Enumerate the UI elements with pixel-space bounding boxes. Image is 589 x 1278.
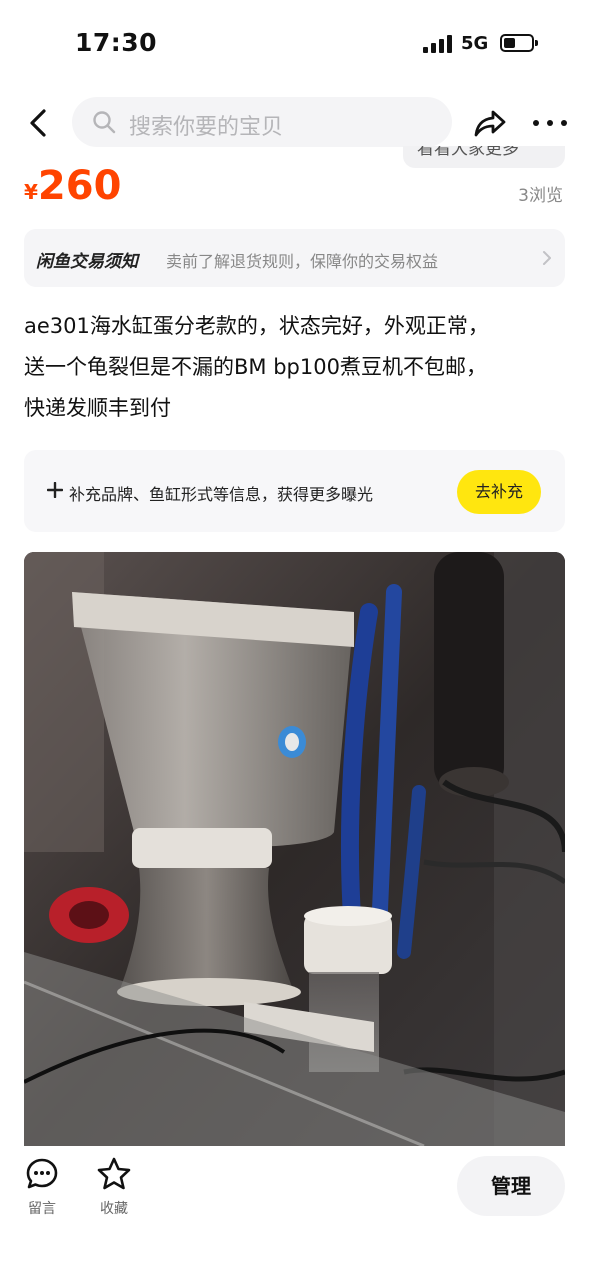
search-bar[interactable]: 搜索你要的宝贝 <box>72 97 452 147</box>
signal-strength-icon <box>423 35 453 53</box>
trade-notice-logo: 闲鱼交易须知 <box>36 252 138 272</box>
plus-icon <box>47 482 63 498</box>
description-line: 送一个龟裂但是不漏的BM bp100煮豆机不包邮， <box>24 355 487 379</box>
more-icon <box>533 120 567 126</box>
share-button[interactable] <box>470 103 510 143</box>
comment-button[interactable]: 留言 <box>17 1156 67 1218</box>
back-button[interactable] <box>20 103 60 143</box>
trade-notice-bar[interactable]: 闲鱼交易须知 卖前了解退货规则，保障你的交易权益 <box>24 229 565 287</box>
product-description: ae301海水缸蛋分老款的，状态完好，外观正常， 送一个龟裂但是不漏的BM bp… <box>24 306 569 429</box>
star-icon <box>97 1157 131 1190</box>
comment-label: 留言 <box>28 1201 56 1217</box>
favorite-label: 收藏 <box>100 1201 128 1217</box>
see-more-chip[interactable]: 看看大家更多 <box>403 146 565 168</box>
status-bar: 17:30 5G <box>0 0 589 88</box>
search-placeholder: 搜索你要的宝贝 <box>129 115 284 140</box>
product-photo-image <box>24 552 565 1146</box>
view-count: 3浏览 <box>518 186 563 206</box>
supplement-text: 补充品牌、鱼缸形式等信息，获得更多曝光 <box>69 485 374 504</box>
more-button[interactable] <box>530 103 570 143</box>
description-line: 快递发顺丰到付 <box>24 396 171 420</box>
share-icon <box>474 110 506 137</box>
supplement-button[interactable]: 去补充 <box>457 470 541 514</box>
back-arrow-icon <box>30 109 46 137</box>
status-time: 17:30 <box>75 28 158 57</box>
product-photo[interactable] <box>24 552 565 1146</box>
supplement-info-card: 补充品牌、鱼缸形式等信息，获得更多曝光 去补充 <box>24 450 565 532</box>
search-icon <box>93 111 116 134</box>
network-type: 5G <box>461 33 489 54</box>
chevron-right-icon <box>543 251 551 265</box>
trade-notice-text: 卖前了解退货规则，保障你的交易权益 <box>166 252 439 271</box>
price: ¥260 <box>24 163 121 209</box>
description-line: ae301海水缸蛋分老款的，状态完好，外观正常， <box>24 314 489 338</box>
price-currency: ¥ <box>24 180 38 204</box>
bottom-action-bar: 留言 收藏 管理 <box>0 1146 589 1278</box>
price-amount: 260 <box>37 163 122 209</box>
top-nav: 搜索你要的宝贝 <box>0 95 589 151</box>
favorite-button[interactable]: 收藏 <box>89 1156 139 1218</box>
battery-icon <box>500 34 538 52</box>
comment-icon <box>26 1158 58 1189</box>
manage-button[interactable]: 管理 <box>457 1156 565 1216</box>
